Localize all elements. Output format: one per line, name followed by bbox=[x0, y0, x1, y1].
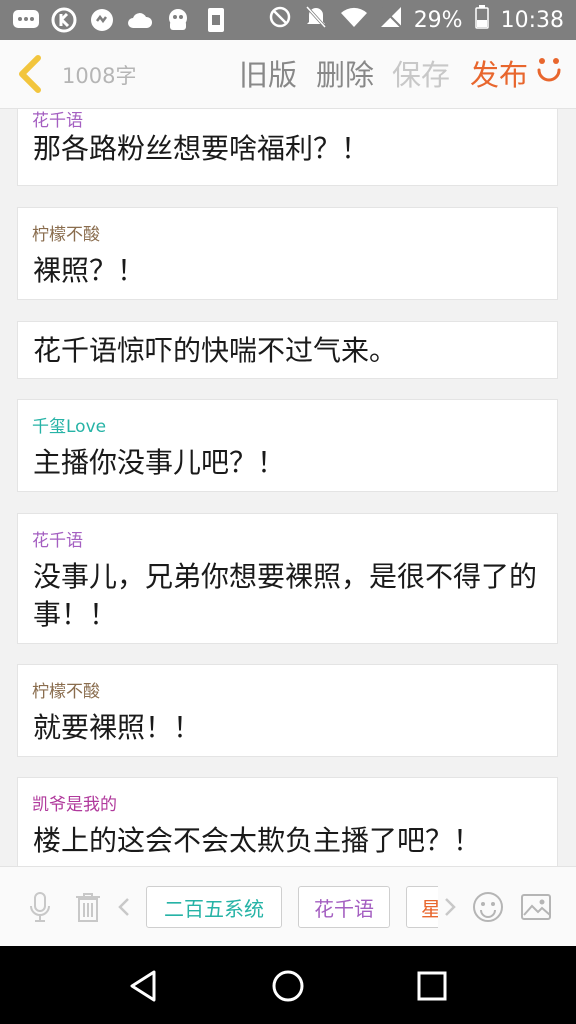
message-list: 花千语 那各路粉丝想要啥福利？！ 柠檬不酸 裸照？！ 花千语惊吓的快喘不过气来。… bbox=[0, 109, 576, 866]
mascot-icon bbox=[164, 6, 192, 34]
nickname: 花千语 bbox=[32, 111, 83, 131]
message-card[interactable]: 花千语惊吓的快喘不过气来。 bbox=[17, 321, 558, 379]
character-chip[interactable]: 花千语 bbox=[298, 886, 390, 928]
save-button[interactable]: 保存 bbox=[392, 52, 450, 94]
q-app-icon bbox=[88, 6, 116, 34]
image-icon[interactable] bbox=[520, 891, 552, 923]
chevron-left-icon[interactable] bbox=[114, 891, 134, 923]
bottom-toolbar: 二百五系统 花千语 星 bbox=[0, 866, 576, 947]
message-card[interactable]: 花千语 那各路粉丝想要啥福利？！ bbox=[17, 109, 558, 186]
message-card[interactable]: 柠檬不酸 就要裸照！！ bbox=[17, 664, 558, 757]
nav-home-icon[interactable] bbox=[270, 968, 306, 1004]
smile-icon[interactable] bbox=[535, 54, 563, 82]
character-chip[interactable]: 星 bbox=[406, 886, 438, 928]
status-bar: 29% 10:38 bbox=[0, 0, 576, 40]
nickname: 凯爷是我的 bbox=[32, 795, 117, 815]
character-chip[interactable]: 二百五系统 bbox=[146, 886, 282, 928]
battery-percent: 29% bbox=[413, 7, 463, 33]
mute-bell-icon bbox=[304, 4, 328, 36]
message-text: 楼上的这会不会太欺负主播了吧？！ bbox=[33, 824, 482, 857]
nickname: 柠檬不酸 bbox=[32, 682, 100, 702]
nickname: 柠檬不酸 bbox=[32, 225, 100, 245]
nav-recents-icon[interactable] bbox=[414, 968, 450, 1004]
nickname: 花千语 bbox=[32, 531, 83, 551]
battery-icon bbox=[474, 5, 489, 35]
word-count: 1008字 bbox=[62, 64, 137, 88]
wifi-icon bbox=[340, 6, 368, 34]
microphone-icon[interactable] bbox=[24, 891, 56, 923]
message-text: 没事儿，兄弟你想要裸照，是很不得了的事！！ bbox=[33, 560, 538, 631]
delete-button[interactable]: 删除 bbox=[316, 52, 374, 94]
dnd-block-icon bbox=[268, 5, 292, 35]
cloud-icon bbox=[126, 6, 154, 34]
back-chevron-icon[interactable] bbox=[12, 54, 50, 94]
message-text: 主播你没事儿吧？！ bbox=[33, 446, 286, 479]
chevron-right-icon[interactable] bbox=[440, 891, 460, 923]
message-card[interactable]: 凯爷是我的 楼上的这会不会太欺负主播了吧？！ bbox=[17, 777, 558, 866]
nickname: 千玺Love bbox=[32, 417, 107, 437]
chat-bubble-icon bbox=[12, 6, 40, 34]
message-card[interactable]: 花千语 没事儿，兄弟你想要裸照，是很不得了的事！！ bbox=[17, 513, 558, 644]
sim-icon bbox=[202, 6, 230, 34]
nav-back-icon[interactable] bbox=[126, 968, 162, 1004]
emoji-icon[interactable] bbox=[472, 891, 504, 923]
message-text: 那各路粉丝想要啥福利？！ bbox=[33, 132, 370, 165]
trash-icon[interactable] bbox=[72, 891, 104, 923]
character-chip-clipped[interactable]: 星 bbox=[406, 886, 438, 928]
message-text: 裸照？！ bbox=[33, 254, 146, 287]
clock: 10:38 bbox=[500, 7, 564, 33]
publish-button[interactable]: 发布 bbox=[470, 52, 528, 94]
message-text: 花千语惊吓的快喘不过气来。 bbox=[33, 334, 398, 367]
android-nav-bar bbox=[0, 946, 576, 1024]
message-card[interactable]: 千玺Love 主播你没事儿吧？！ bbox=[17, 399, 558, 492]
old-version-button[interactable]: 旧版 bbox=[239, 52, 297, 94]
editor-header: 1008字 旧版 删除 保存 发布 bbox=[0, 40, 576, 109]
signal-icon bbox=[380, 6, 402, 34]
k-app-icon bbox=[50, 6, 78, 34]
message-card[interactable]: 柠檬不酸 裸照？！ bbox=[17, 207, 558, 300]
message-text: 就要裸照！！ bbox=[33, 711, 202, 744]
